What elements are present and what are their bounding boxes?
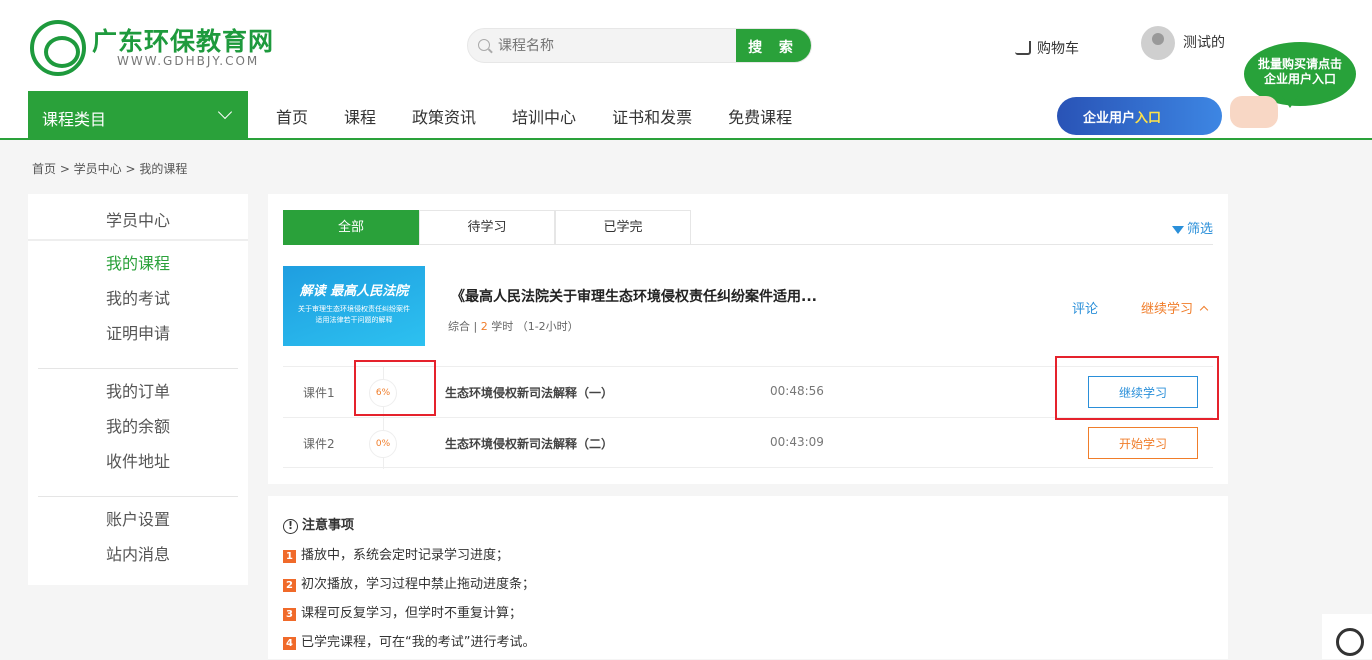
note-number: 2	[283, 579, 296, 592]
nav-free-courses[interactable]: 免费课程	[728, 104, 792, 128]
user-name: 测试的	[1183, 35, 1225, 51]
lesson-name[interactable]: 生态环境侵权新司法解释（二）	[445, 435, 613, 452]
nav-links: 首页 课程 政策资讯 培训中心 证书和发票 免费课程	[258, 104, 810, 128]
nav-courses[interactable]: 课程	[344, 104, 376, 128]
filter-label: 筛选	[1186, 222, 1213, 237]
sidebar-item-messages[interactable]: 站内消息	[106, 542, 238, 577]
note-text: 已学完课程，可在“我的考试”进行考试。	[301, 635, 536, 650]
course-meta: 综合 | 2 学时 （1-2小时）	[448, 318, 579, 334]
note-item: 3 课程可反复学习，但学时不重复计算；	[283, 602, 1213, 631]
course-thumbnail[interactable]: 解读 最高人民法院 关于审理生态环境侵权责任纠纷案件 适用法律若干问题的解释	[283, 266, 425, 346]
main-nav: 课程类目 首页 课程 政策资讯 培训中心 证书和发票 免费课程	[0, 91, 1372, 140]
cart-icon	[1015, 41, 1031, 55]
search-button[interactable]: 搜 索	[736, 29, 811, 62]
cart-label: 购物车	[1037, 41, 1079, 57]
sidebar-group: 我的订单 我的余额 收件地址	[38, 369, 238, 497]
thumbnail-title: 解读 最高人民法院	[299, 284, 409, 299]
avatar	[1141, 26, 1175, 60]
user-menu[interactable]: 测试的	[1141, 26, 1225, 60]
comment-link[interactable]: 评论	[1072, 298, 1098, 317]
course-tabs: 全部 待学习 已学完	[283, 210, 1213, 245]
meta-hours: 2	[480, 320, 488, 333]
filter-button[interactable]: 筛选	[1171, 218, 1213, 237]
tab-completed[interactable]: 已学完	[555, 210, 691, 245]
note-number: 3	[283, 608, 296, 621]
sidebar-item-account[interactable]: 账户设置	[106, 507, 238, 542]
logo-title: 广东环保教育网	[92, 27, 275, 56]
sidebar-group: 账户设置 站内消息	[38, 497, 238, 589]
sidebar-item-address[interactable]: 收件地址	[106, 449, 238, 484]
meta-suffix: 学时 （1-2小时）	[487, 320, 579, 333]
chevron-down-icon	[217, 104, 233, 120]
sidebar-item-balance[interactable]: 我的余额	[106, 414, 238, 449]
meta-prefix: 综合 |	[448, 320, 481, 333]
filter-icon	[1171, 226, 1184, 234]
nav-training[interactable]: 培训中心	[512, 104, 576, 128]
sidebar-title: 学员中心	[28, 194, 248, 241]
note-item: 2 初次播放，学习过程中禁止拖动进度条；	[283, 573, 1213, 602]
thumbnail-subtitle: 关于审理生态环境侵权责任纠纷案件	[298, 305, 410, 313]
lesson-label: 课件2	[303, 437, 335, 451]
sidebar-item-my-exams[interactable]: 我的考试	[106, 286, 238, 321]
thumbnail-subtitle-2: 适用法律若干问题的解释	[315, 316, 393, 324]
highlight-button-box	[1055, 356, 1219, 420]
search-input[interactable]	[498, 36, 728, 56]
cart-link[interactable]: 购物车	[1015, 38, 1079, 58]
highlight-progress-box	[354, 360, 436, 416]
continue-label: 继续学习	[1141, 302, 1194, 317]
search-icon	[478, 39, 490, 51]
category-label: 课程类目	[42, 110, 107, 129]
lesson-duration: 00:48:56	[770, 384, 824, 398]
course-title[interactable]: 《最高人民法院关于审理生态环境侵权责任纠纷案件适用...	[451, 286, 817, 306]
site-logo[interactable]: 广东环保教育网 WWW.GDHBJY.COM	[30, 20, 290, 76]
sidebar-item-orders[interactable]: 我的订单	[106, 379, 238, 414]
sidebar-item-my-courses[interactable]: 我的课程	[106, 251, 238, 286]
alert-icon: !	[283, 519, 298, 534]
logo-url: WWW.GDHBJY.COM	[117, 54, 260, 68]
note-item: 4 已学完课程，可在“我的考试”进行考试。	[283, 631, 1213, 660]
note-text: 初次播放，学习过程中禁止拖动进度条；	[301, 577, 536, 592]
start-learning-button[interactable]: 开始学习	[1088, 427, 1198, 459]
notes-panel: ! 注意事项 1 播放中，系统会定时记录学习进度； 2 初次播放，学习过程中禁止拖动进…	[268, 496, 1228, 659]
note-number: 4	[283, 637, 296, 650]
note-text: 课程可反复学习，但学时不重复计算；	[301, 606, 523, 621]
search-bar: 搜 索	[467, 28, 812, 63]
notes-title: ! 注意事项	[283, 514, 1213, 534]
lesson-label: 课件1	[303, 386, 335, 400]
notes-title-text: 注意事项	[302, 518, 355, 533]
tab-pending[interactable]: 待学习	[419, 210, 555, 245]
lesson-duration: 00:43:09	[770, 435, 824, 449]
customer-service-icon[interactable]	[1322, 614, 1372, 659]
bubble-line2: 企业用户入口	[1263, 72, 1336, 86]
tab-all[interactable]: 全部	[283, 210, 419, 245]
note-text: 播放中，系统会定时记录学习进度；	[301, 548, 510, 563]
note-item: 1 播放中，系统会定时记录学习进度；	[283, 544, 1213, 573]
breadcrumb: 首页 > 学员中心 > 我的课程	[32, 162, 188, 176]
nav-certificates[interactable]: 证书和发票	[612, 104, 692, 128]
sidebar-group: 我的课程 我的考试 证明申请	[38, 241, 238, 369]
bubble-line1: 批量购买请点击	[1257, 57, 1342, 71]
lesson-progress: 0%	[369, 430, 397, 458]
course-panel: 全部 待学习 已学完 筛选 解读 最高人民法院 关于审理生态环境侵权责任纠纷案件…	[268, 194, 1228, 484]
category-menu[interactable]: 课程类目	[28, 91, 248, 140]
site-header: 广东环保教育网 WWW.GDHBJY.COM 搜 索 购物车 测试的 批量购买请…	[0, 0, 1372, 140]
nav-home[interactable]: 首页	[276, 104, 308, 128]
continue-learning-toggle[interactable]: 继续学习	[1141, 298, 1209, 317]
sidebar-item-certificate[interactable]: 证明申请	[106, 321, 238, 356]
lesson-row: 课件2 0% 生态环境侵权新司法解释（二） 00:43:09 开始学习	[283, 417, 1213, 469]
member-sidebar: 学员中心 我的课程 我的考试 证明申请 我的订单 我的余额 收件地址 账户设置 …	[28, 194, 248, 585]
note-number: 1	[283, 550, 296, 563]
chevron-up-icon	[1199, 305, 1209, 315]
logo-emblem-icon	[30, 20, 86, 76]
lesson-name[interactable]: 生态环境侵权新司法解释（一）	[445, 384, 613, 401]
nav-policy[interactable]: 政策资讯	[412, 104, 476, 128]
